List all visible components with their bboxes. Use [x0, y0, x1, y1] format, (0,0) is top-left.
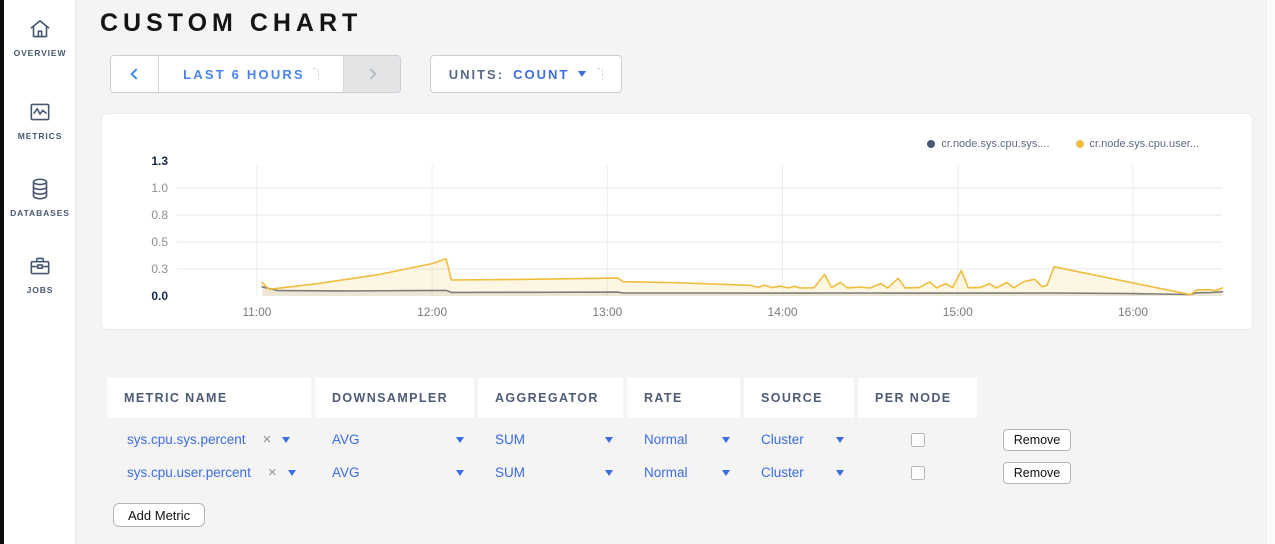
metric-name-value: sys.cpu.sys.percent [127, 432, 246, 447]
chevron-down-icon [722, 470, 730, 476]
column-header-rate: RATE [627, 378, 740, 418]
per-node-cell [858, 423, 977, 456]
time-range-label: LAST 6 HOURS [183, 67, 305, 82]
remove-button[interactable]: Remove [1003, 429, 1071, 451]
chevron-down-icon [605, 470, 613, 476]
svg-text:11:00: 11:00 [242, 305, 271, 319]
downsampler-select[interactable]: AVG [315, 456, 474, 489]
rate-select[interactable]: Normal [627, 423, 740, 456]
rate-value: Normal [644, 432, 688, 447]
chevron-down-icon [456, 437, 464, 443]
databases-icon [27, 176, 53, 202]
column-header-source: SOURCE [744, 378, 854, 418]
source-select[interactable]: Cluster [744, 423, 854, 456]
legend-label: cr.node.sys.cpu.user... [1090, 138, 1199, 150]
time-range-dropdown[interactable]: LAST 6 HOURS [159, 56, 343, 92]
chevron-down-icon [288, 470, 296, 476]
sidebar-item-label: JOBS [27, 285, 54, 295]
source-value: Cluster [761, 465, 804, 480]
metrics-table: METRIC NAME DOWNSAMPLER AGGREGATOR RATE … [107, 378, 1093, 489]
aggregator-select[interactable]: SUM [478, 456, 623, 489]
rate-value: Normal [644, 465, 688, 480]
metric-name-value: sys.cpu.user.percent [127, 465, 251, 480]
svg-text:16:00: 16:00 [1118, 305, 1148, 319]
svg-text:0.3: 0.3 [151, 262, 168, 276]
downsampler-value: AVG [332, 465, 360, 480]
svg-text:15:00: 15:00 [943, 305, 973, 319]
sidebar-item-databases[interactable]: DATABASES [4, 176, 76, 218]
sidebar-item-label: METRICS [18, 131, 63, 141]
chevron-down-icon [605, 437, 613, 443]
focus-artifact [313, 68, 319, 80]
legend-entry[interactable]: cr.node.sys.cpu.user... [1076, 138, 1199, 150]
source-select[interactable]: Cluster [744, 456, 854, 489]
per-node-checkbox[interactable] [911, 433, 925, 447]
legend-entry[interactable]: cr.node.sys.cpu.sys.... [927, 138, 1049, 150]
aggregator-select[interactable]: SUM [478, 423, 623, 456]
column-header-aggregator: AGGREGATOR [478, 378, 623, 418]
metric-name-select[interactable]: sys.cpu.user.percent × [107, 456, 311, 489]
focus-artifact [597, 68, 603, 80]
sidebar-item-overview[interactable]: OVERVIEW [4, 16, 76, 58]
metrics-icon [27, 99, 53, 125]
svg-text:1.0: 1.0 [151, 181, 168, 195]
custom-chart-panel: 11:00 12:00 13:00 14:00 15:00 16:00 0.0 0.3 0.5 0… [101, 113, 1253, 330]
time-range-next-button-disabled [343, 56, 400, 92]
column-header-metric-name: METRIC NAME [107, 378, 311, 418]
chevron-down-icon [836, 470, 844, 476]
legend-dot-icon [1076, 140, 1084, 148]
per-node-cell [858, 456, 977, 489]
chevron-down-icon [282, 437, 290, 443]
downsampler-select[interactable]: AVG [315, 423, 474, 456]
time-range-selector: LAST 6 HOURS [110, 55, 401, 93]
units-value: COUNT [513, 67, 569, 82]
units-label: UNITS: [449, 67, 504, 82]
actions-cell: Remove [981, 423, 1093, 456]
add-metric-button[interactable]: Add Metric [113, 503, 205, 527]
svg-text:1.3: 1.3 [151, 154, 168, 168]
actions-cell: Remove [981, 456, 1093, 489]
sidebar: OVERVIEW METRICS DATABASES JOBS [4, 0, 76, 544]
legend-dot-icon [927, 140, 935, 148]
svg-text:0.5: 0.5 [151, 235, 168, 249]
remove-button[interactable]: Remove [1003, 462, 1071, 484]
clear-metric-icon[interactable]: × [268, 464, 277, 481]
aggregator-value: SUM [495, 465, 525, 480]
chevron-right-icon [365, 68, 376, 79]
downsampler-value: AVG [332, 432, 360, 447]
chevron-left-icon [130, 68, 141, 79]
svg-text:13:00: 13:00 [592, 305, 622, 319]
chevron-down-icon [836, 437, 844, 443]
scrollbar-track[interactable] [1266, 0, 1275, 544]
svg-text:0.0: 0.0 [151, 289, 168, 303]
jobs-icon [27, 253, 53, 279]
chevron-down-icon [456, 470, 464, 476]
svg-text:0.8: 0.8 [151, 208, 168, 222]
column-header-downsampler: DOWNSAMPLER [315, 378, 474, 418]
source-value: Cluster [761, 432, 804, 447]
clear-metric-icon[interactable]: × [263, 431, 272, 448]
aggregator-value: SUM [495, 432, 525, 447]
chevron-down-icon [722, 437, 730, 443]
units-dropdown[interactable]: UNITS: COUNT [430, 55, 622, 93]
column-header-actions [981, 378, 1093, 418]
chart-legend: cr.node.sys.cpu.sys.... cr.node.sys.cpu.… [927, 138, 1199, 150]
metric-name-select[interactable]: sys.cpu.sys.percent × [107, 423, 311, 456]
column-header-per-node: PER NODE [858, 378, 977, 418]
sidebar-item-metrics[interactable]: METRICS [4, 99, 76, 141]
per-node-checkbox[interactable] [911, 466, 925, 480]
svg-text:14:00: 14:00 [768, 305, 798, 319]
chevron-down-icon [578, 71, 586, 77]
legend-label: cr.node.sys.cpu.sys.... [941, 138, 1049, 150]
sidebar-item-label: DATABASES [10, 208, 70, 218]
home-icon [27, 16, 53, 42]
time-range-prev-button[interactable] [111, 56, 159, 92]
svg-text:12:00: 12:00 [417, 305, 447, 319]
sidebar-item-label: OVERVIEW [14, 48, 67, 58]
sidebar-item-jobs[interactable]: JOBS [4, 253, 76, 295]
page-title: CUSTOM CHART [100, 9, 362, 38]
rate-select[interactable]: Normal [627, 456, 740, 489]
